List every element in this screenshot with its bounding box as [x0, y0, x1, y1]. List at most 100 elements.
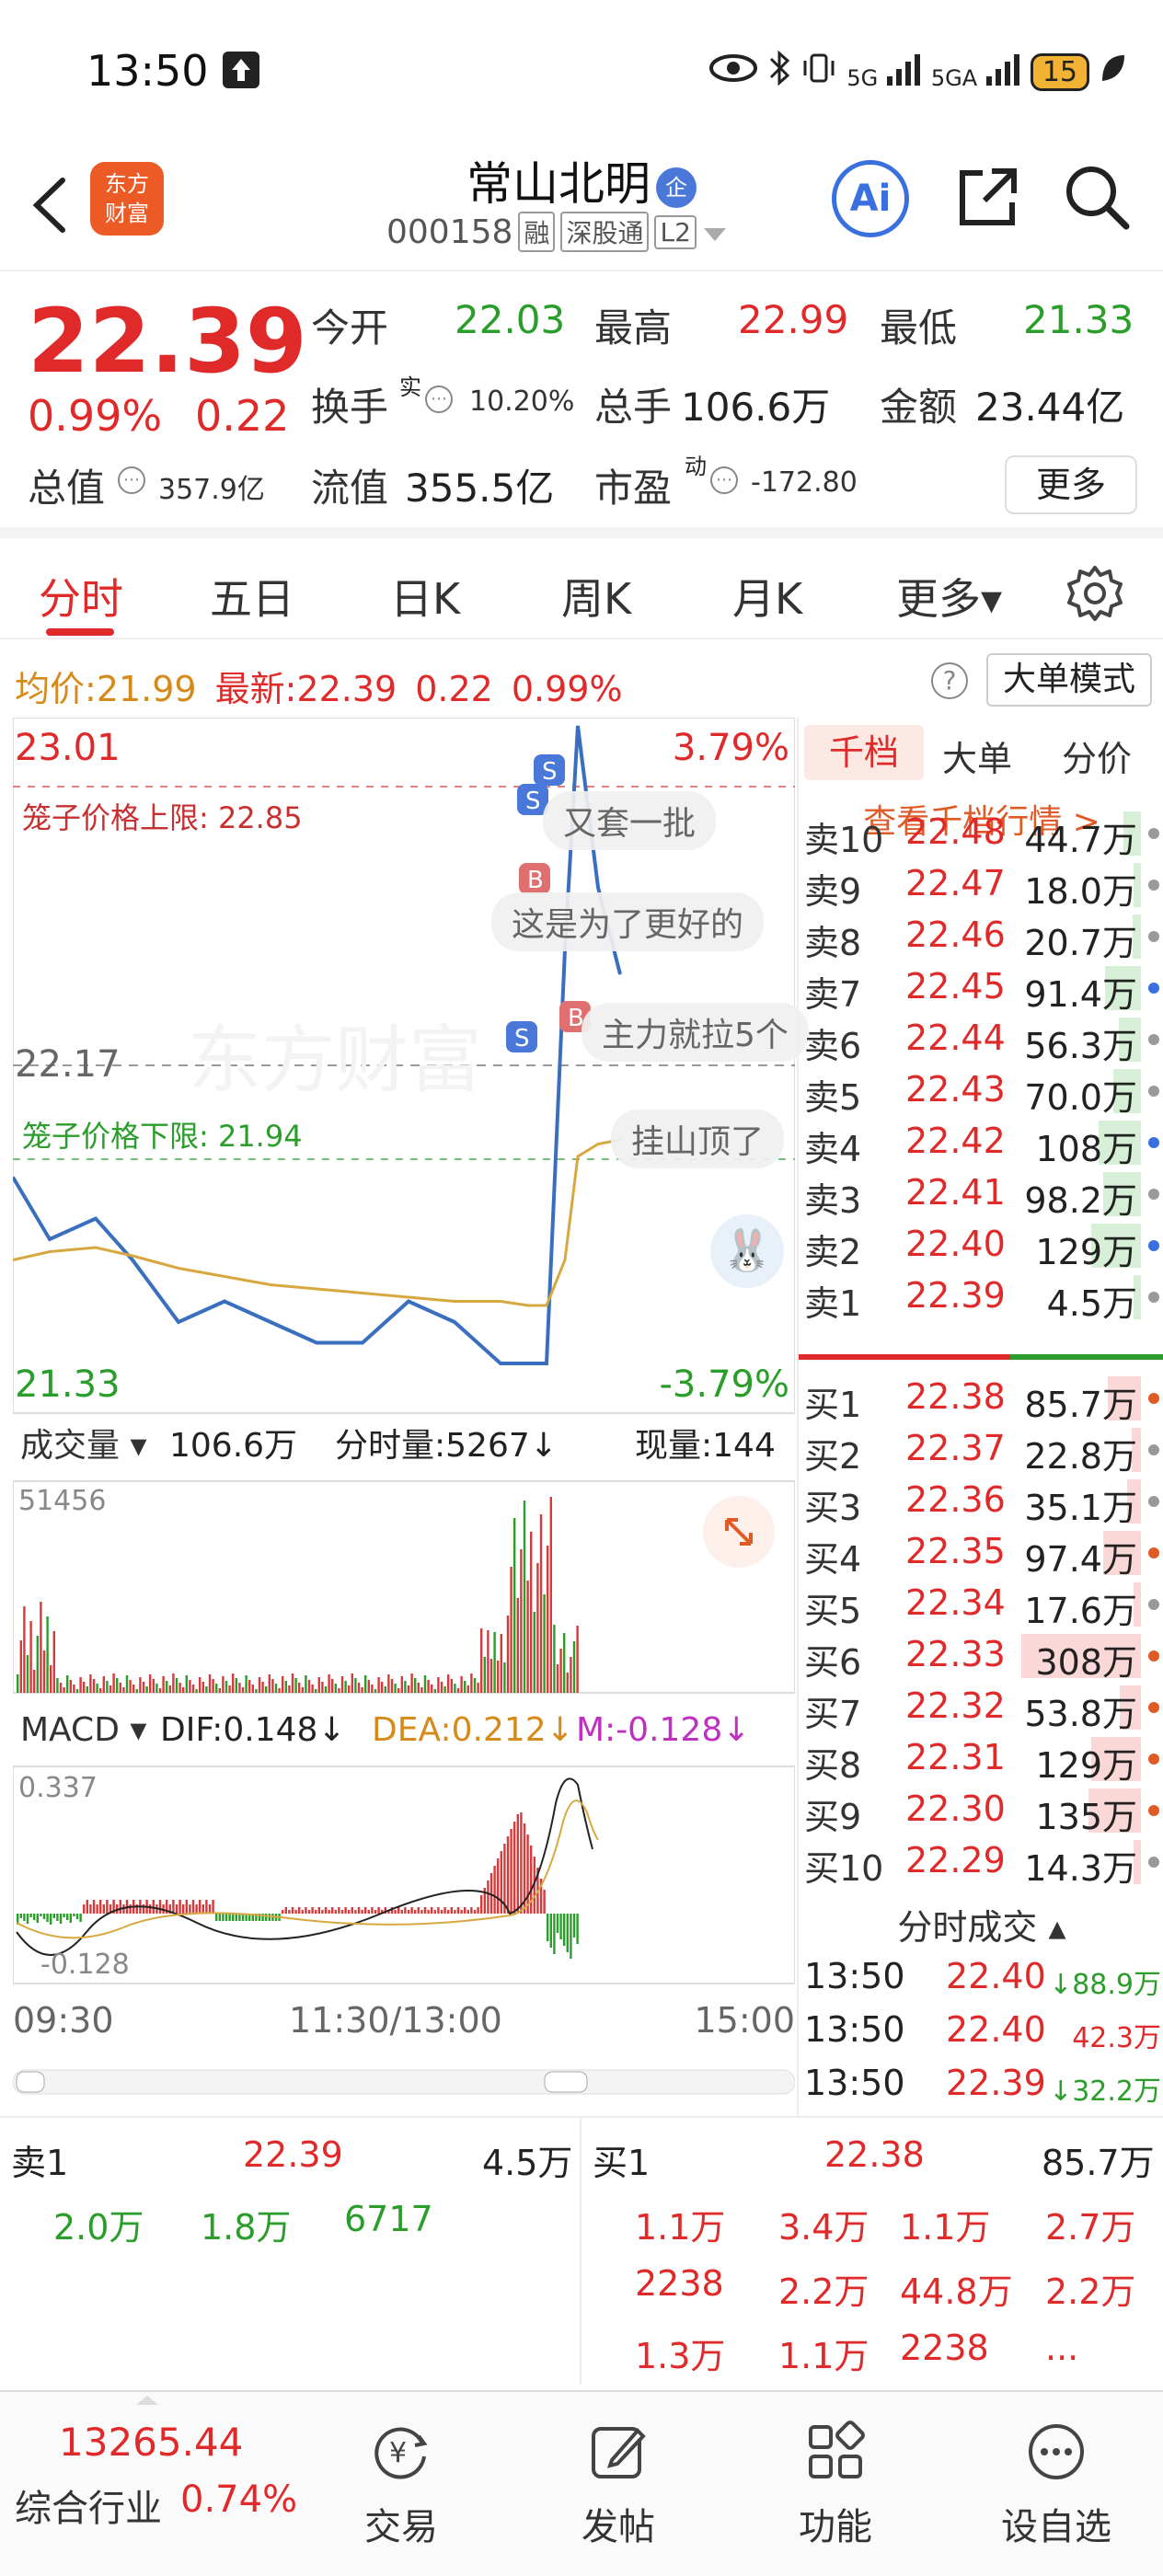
price-point	[49, 1238, 51, 1240]
macd-bar	[23, 1914, 26, 1921]
volume-bar	[265, 1686, 268, 1693]
macd-bar	[480, 1895, 483, 1914]
ask-row[interactable]: 卖5 22.43 70.0万	[799, 1065, 1163, 1118]
info-icon[interactable]: ⋯	[710, 466, 738, 494]
tab-intraday[interactable]: 分时	[39, 566, 123, 627]
info-icon[interactable]: ⋯	[425, 385, 453, 413]
ai-assistant-button[interactable]: Ai	[832, 160, 909, 237]
level-price: 22.37	[905, 1428, 1006, 1468]
book-tab-price[interactable]: 分价	[1062, 730, 1132, 781]
ask-row[interactable]: 卖7 22.45 91.4万	[799, 962, 1163, 1015]
price-point	[132, 1259, 133, 1260]
trades-title[interactable]: 分时成交 ▴	[799, 1899, 1163, 1949]
open-value: 22.03	[455, 297, 566, 342]
settings-gear-icon[interactable]	[1065, 564, 1124, 627]
stock-code-row[interactable]: 000158 融 深股通 L2	[386, 212, 728, 252]
search-icon[interactable]	[1060, 160, 1134, 234]
volume-bar	[145, 1686, 148, 1693]
bid-row[interactable]: 买3 22.36 35.1万	[799, 1476, 1163, 1528]
bid-row[interactable]: 买5 22.34 17.6万	[799, 1579, 1163, 1631]
buy-queue-item: 2.2万	[778, 2271, 869, 2312]
level-volume: 129万	[1035, 1745, 1137, 1786]
index-name[interactable]: 综合行业	[15, 2478, 162, 2532]
bid-row[interactable]: 买7 22.32 53.8万	[799, 1682, 1163, 1734]
nav-add-watchlist[interactable]: 设自选	[983, 2420, 1130, 2550]
latest-pct: 0.99%	[511, 669, 623, 709]
macd-dea: DEA:0.212↓	[372, 1711, 574, 1749]
volume-bar	[135, 1689, 138, 1693]
bid-row[interactable]: 买8 22.31 129万	[799, 1733, 1163, 1786]
volume-bar	[142, 1682, 145, 1693]
macd-bar	[46, 1914, 49, 1922]
macd-bar	[282, 1910, 284, 1914]
book-tab-bigorder[interactable]: 大单	[942, 730, 1012, 781]
macd-selector[interactable]: MACD ▾	[20, 1711, 146, 1749]
more-button[interactable]: 更多	[1005, 455, 1137, 514]
book-tab-thousand[interactable]: 千档	[804, 725, 924, 780]
tab-daily-k[interactable]: 日K	[390, 566, 460, 627]
macd-bar	[102, 1904, 105, 1914]
level-price: 22.41	[905, 1172, 1006, 1213]
volume-bar	[59, 1683, 63, 1693]
level-label: 卖8	[804, 923, 862, 963]
volume-bar	[178, 1683, 181, 1693]
nav-trade[interactable]: ¥ 交易	[328, 2420, 475, 2550]
rabbit-avatar-icon[interactable]: 🐰	[710, 1214, 784, 1288]
macd-bar	[417, 1907, 420, 1914]
help-icon[interactable]: ?	[931, 662, 968, 699]
tab-more[interactable]: 更多▾	[896, 566, 1002, 627]
comment-bubble[interactable]: 主力就拉5个	[582, 1003, 809, 1062]
index-value[interactable]: 13265.44	[59, 2420, 243, 2465]
tab-monthly-k[interactable]: 月K	[732, 566, 802, 627]
signal-5ga-icon: 5GA	[931, 52, 1021, 91]
level-dot	[1148, 828, 1159, 839]
bid-row[interactable]: 买10 22.29 14.3万	[799, 1836, 1163, 1889]
macd-bar	[572, 1914, 576, 1938]
bid-row[interactable]: 买1 22.38 85.7万	[799, 1373, 1163, 1425]
bottom-nav: 13265.44 综合行业 0.74% ¥ 交易 发帖 功能 设自选	[0, 2390, 1163, 2576]
comment-bubble[interactable]: 这是为了更好的	[491, 892, 765, 951]
volume-bar	[99, 1688, 102, 1693]
intraday-chart-area[interactable]: 东方财富 SSBBS 23.01 3.79% 笼子价格上限: 22.85 22.…	[13, 718, 809, 2144]
level-price: 22.39	[905, 1275, 1006, 1316]
volume-bar	[168, 1685, 171, 1693]
tab-weekly-k[interactable]: 周K	[561, 566, 631, 627]
volume-bar	[361, 1687, 363, 1693]
ask-row[interactable]: 卖3 22.41 98.2万	[799, 1168, 1163, 1221]
ask-row[interactable]: 卖4 22.42 108万	[799, 1117, 1163, 1169]
macd-bar	[225, 1914, 228, 1921]
nav-functions[interactable]: 功能	[762, 2420, 909, 2550]
big-order-mode-button[interactable]: 大单模式	[986, 653, 1152, 707]
volume-bar	[543, 1594, 546, 1693]
comment-bubble[interactable]: 挂山顶了	[611, 1110, 785, 1168]
macd-bar	[238, 1914, 241, 1921]
bid-row[interactable]: 买4 22.35 97.4万	[799, 1527, 1163, 1580]
bid-row[interactable]: 买6 22.33 308万	[799, 1630, 1163, 1683]
ask-row[interactable]: 卖9 22.47 18.0万	[799, 859, 1163, 912]
ask-row[interactable]: 卖1 22.39 4.5万	[799, 1271, 1163, 1324]
tab-five-day[interactable]: 五日	[210, 566, 294, 627]
volume-bar	[523, 1501, 526, 1693]
comment-bubble[interactable]: 又套一批	[543, 791, 717, 850]
ask-row[interactable]: 卖10 22.48 44.7万	[799, 810, 1163, 860]
ask-row[interactable]: 卖2 22.40 129万	[799, 1220, 1163, 1272]
volume-selector[interactable]: 成交量 ▾	[20, 1419, 147, 1466]
share-icon[interactable]	[951, 160, 1025, 234]
expand-icon[interactable]	[703, 1496, 775, 1568]
macd-bar	[348, 1910, 351, 1914]
level-volume: 308万	[1035, 1642, 1137, 1683]
volume-bar	[431, 1685, 433, 1693]
volume-bar	[19, 1640, 22, 1693]
volume-bar	[129, 1680, 132, 1693]
info-icon[interactable]: ⋯	[118, 466, 145, 494]
volume-bar	[222, 1676, 225, 1693]
ask-row[interactable]: 卖6 22.44 56.3万	[799, 1014, 1163, 1066]
nav-add-watchlist-label: 设自选	[1001, 2506, 1111, 2548]
bid-row[interactable]: 买2 22.37 22.8万	[799, 1424, 1163, 1477]
nav-post[interactable]: 发帖	[545, 2420, 692, 2550]
ask-row[interactable]: 卖8 22.46 20.7万	[799, 911, 1163, 963]
amount-label: 金额	[880, 385, 958, 430]
price-mid: 22.17	[15, 1043, 121, 1086]
bid-row[interactable]: 买9 22.30 135万	[799, 1785, 1163, 1837]
sell-queue-item: 2.0万	[53, 2207, 144, 2248]
